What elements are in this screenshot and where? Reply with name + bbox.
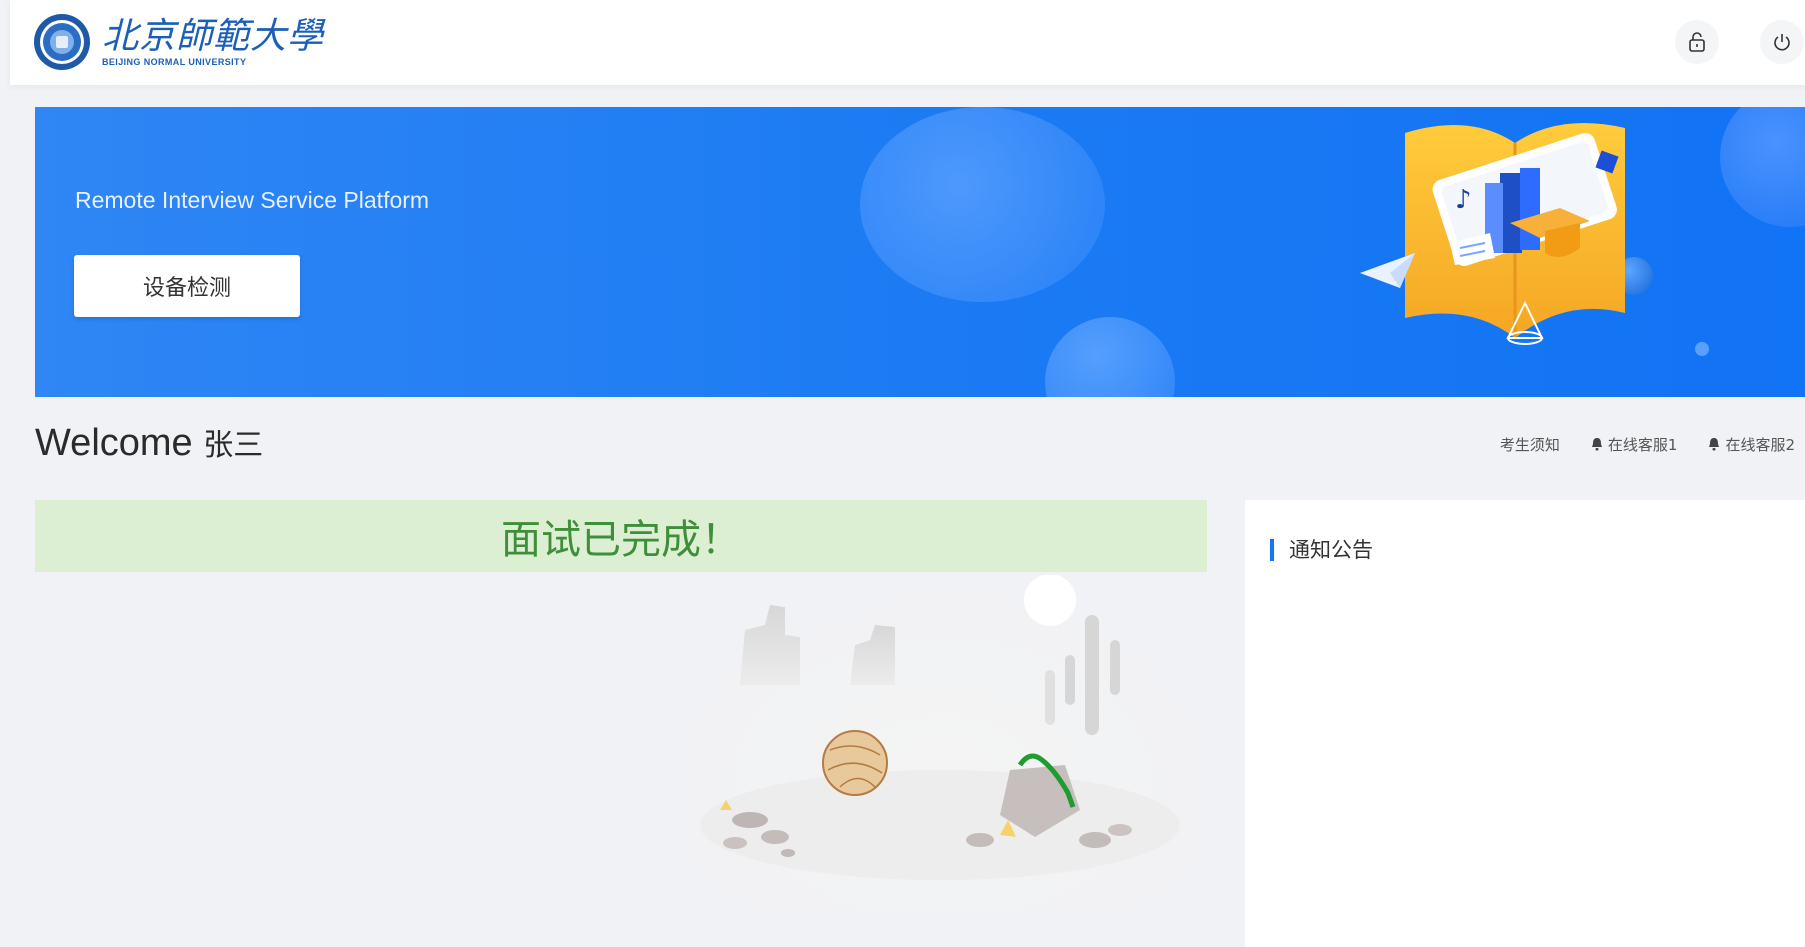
support-1-link[interactable]: 在线客服1: [1590, 434, 1678, 455]
support-1-label: 在线客服1: [1607, 436, 1678, 454]
bell-icon: [1591, 438, 1602, 451]
welcome-text: Welcome: [35, 422, 193, 464]
device-check-button[interactable]: 设备检测: [74, 255, 300, 317]
lock-button[interactable]: [1675, 20, 1719, 64]
logout-button[interactable]: [1760, 20, 1804, 64]
logo-chinese-text: 北京師範大學: [102, 16, 325, 57]
power-icon: [1774, 34, 1790, 51]
support-2-link[interactable]: 在线客服2: [1707, 434, 1795, 455]
notice-title: 通知公告: [1289, 538, 1373, 562]
lock-icon: [1689, 32, 1705, 52]
top-bar: 北京師範大學 BEIJING NORMAL UNIVERSITY: [10, 0, 1805, 85]
hero-banner: Remote Interview Service Platform 设备检测 ♪: [35, 107, 1805, 397]
decorative-circle: [1045, 317, 1175, 397]
desert-illustration: [690, 575, 1195, 915]
quick-links: 考生须知 在线客服1 在线客服2: [1500, 434, 1795, 455]
university-seal-icon: [34, 14, 90, 70]
welcome-heading: Welcome 张三: [35, 420, 263, 465]
interview-complete-banner: 面试已完成！: [35, 500, 1207, 572]
platform-subtitle: Remote Interview Service Platform: [75, 187, 430, 213]
bell-icon: [1709, 438, 1720, 451]
svg-text:♪: ♪: [1455, 185, 1472, 215]
university-logo[interactable]: 北京師範大學 BEIJING NORMAL UNIVERSITY: [32, 12, 324, 72]
decorative-circle: [1695, 342, 1709, 356]
logo-english-text: BEIJING NORMAL UNIVERSITY: [102, 57, 247, 67]
notice-panel: 通知公告: [1245, 500, 1805, 947]
book-illustration: ♪: [1360, 123, 1625, 345]
support-2-label: 在线客服2: [1725, 436, 1795, 454]
decorative-circle: [860, 107, 1105, 302]
exam-notice-link[interactable]: 考生须知: [1500, 434, 1560, 455]
exam-notice-label: 考生须知: [1499, 436, 1560, 454]
user-name: 张三: [203, 429, 264, 462]
decorative-circle: [1720, 107, 1805, 227]
